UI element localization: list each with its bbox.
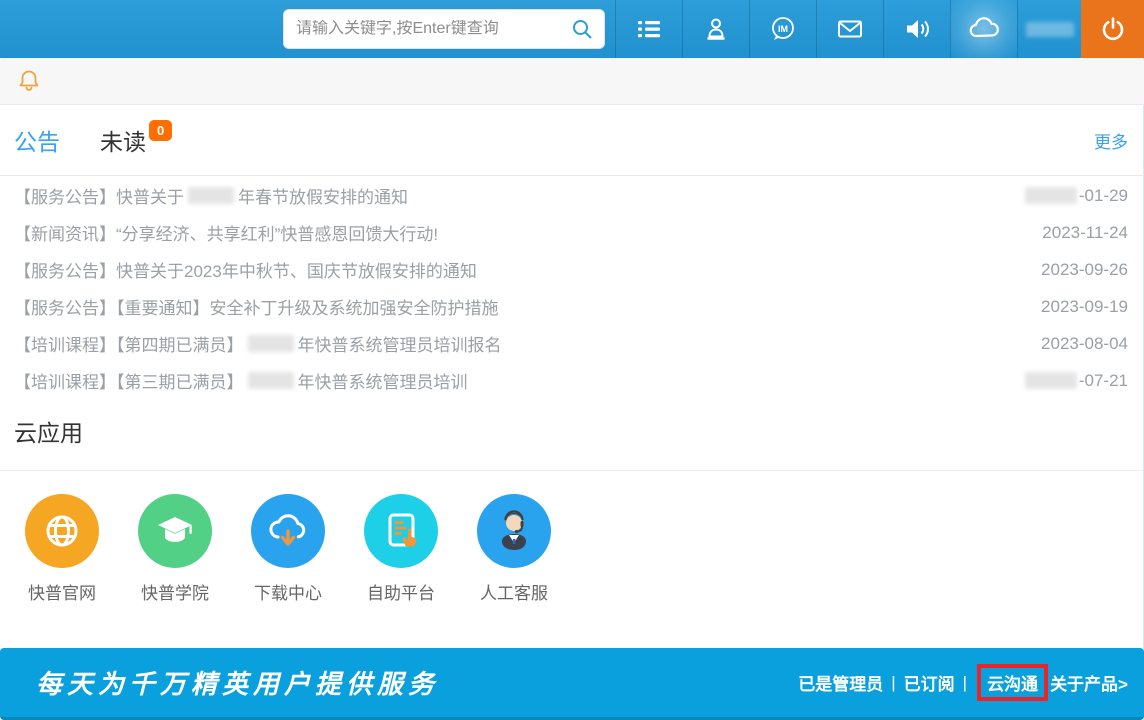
announcement-row[interactable]: 【服务公告】快普关于2023年中秋节、国庆节放假安排的通知 2023-09-26 [0,251,1144,288]
date-text: 2023-09-26 [1041,260,1128,280]
im-messenger-icon: IM [768,14,798,44]
app-label: 人工客服 [480,579,548,604]
app-download-center[interactable]: 下载中心 [240,494,336,604]
broadcast-button[interactable] [883,0,950,58]
im-button[interactable]: IM [749,0,816,58]
date-text: 2023-11-24 [1042,223,1128,243]
top-bar: IM [0,0,1144,58]
footer-links: 已是管理员 | 已订阅 | 云沟通 关于产品> [798,664,1128,701]
announcement-date: -01-29 [1025,186,1128,206]
unread-count-badge: 0 [149,120,172,141]
notification-bar [0,58,1144,105]
mail-icon [835,14,865,44]
mail-button[interactable] [816,0,883,58]
announcement-row[interactable]: 【服务公告】【重要通知】安全补丁升级及系统加强安全防护措施 2023-09-19 [0,288,1144,325]
announcement-text-part: 【新闻资讯】“分享经济、共享红利”快普感恩回馈大行动! [14,220,438,245]
announcement-text: 【服务公告】【重要通知】安全补丁升级及系统加强安全防护措施 [14,294,499,319]
tab-unread[interactable]: 未读 [100,123,146,157]
announcement-date: 2023-09-19 [1041,297,1128,317]
announcement-text: 【培训课程】【第四期已满员】 年快普系统管理员培训报名 [14,331,502,356]
redacted-text [188,187,234,204]
search-box[interactable] [283,9,605,49]
bell-icon[interactable] [16,68,42,94]
app-label: 快普学院 [141,579,209,604]
announcement-date: 2023-11-24 [1042,223,1128,243]
announcement-date: 2023-08-04 [1041,334,1128,354]
announcement-list: 【服务公告】快普关于 年春节放假安排的通知 -01-29 【新闻资讯】“分享经济… [0,177,1144,399]
announcement-text-part: 【服务公告】快普关于2023年中秋节、国庆节放假安排的通知 [14,257,477,282]
announcement-date: -07-21 [1025,371,1128,391]
announcement-row[interactable]: 【培训课程】【第三期已满员】 年快普系统管理员培训 -07-21 [0,362,1144,399]
announcement-row[interactable]: 【服务公告】快普关于 年春节放假安排的通知 -01-29 [0,177,1144,214]
announcement-text: 【新闻资讯】“分享经济、共享红利”快普感恩回馈大行动! [14,220,438,245]
cloud-apps-title: 云应用 [14,414,83,448]
announcement-text-part: 年快普系统管理员培训报名 [298,331,502,356]
redacted-date-year [1025,187,1077,204]
announcement-row[interactable]: 【新闻资讯】“分享经济、共享红利”快普感恩回馈大行动! 2023-11-24 [0,214,1144,251]
announcement-text-part: 【服务公告】快普关于 [14,183,184,208]
cloud-icon [967,12,1001,46]
announcement-text: 【服务公告】快普关于 年春节放假安排的通知 [14,183,408,208]
svg-text:IM: IM [778,24,788,34]
cloud-download-icon [251,494,325,568]
logout-power-button[interactable] [1081,0,1144,58]
announcement-text-part: 【培训课程】【第四期已满员】 [14,331,244,356]
user-name-redacted [1026,22,1074,37]
globe-icon [25,494,99,568]
redacted-date-year [1025,372,1077,389]
contacts-icon [702,15,730,43]
announcement-text-part: 【服务公告】【重要通知】安全补丁升级及系统加强安全防护措施 [14,294,499,319]
menu-list-icon [635,15,663,43]
more-link[interactable]: 更多 [1094,128,1128,153]
app-self-service[interactable]: 自助平台 [353,494,449,604]
self-service-icon [364,494,438,568]
redacted-text [248,372,294,389]
customer-service-icon [477,494,551,568]
footer-link-admin[interactable]: 已是管理员 [798,670,883,695]
footer-separator: | [891,673,895,693]
power-icon [1099,15,1127,43]
announcement-text-part: 年春节放假安排的通知 [238,183,408,208]
announcement-speaker-icon [902,14,932,44]
footer-link-subscribed[interactable]: 已订阅 [904,670,955,695]
app-official-site[interactable]: 快普官网 [14,494,110,604]
user-account-button[interactable] [1017,0,1081,58]
announcement-row[interactable]: 【培训课程】【第四期已满员】 年快普系统管理员培训报名 2023-08-04 [0,325,1144,362]
announcements-header: 公告 未读 0 更多 [0,105,1144,176]
contacts-button[interactable] [682,0,749,58]
search-input[interactable] [296,20,570,38]
topbar-buttons: IM [615,0,1144,58]
app-label: 下载中心 [254,579,322,604]
announcement-text-part: 年快普系统管理员培训 [298,368,468,393]
app-label: 自助平台 [367,579,435,604]
cloud-button[interactable] [950,0,1017,58]
announcement-text: 【服务公告】快普关于2023年中秋节、国庆节放假安排的通知 [14,257,477,282]
graduation-cap-icon [138,494,212,568]
footer-link-about-product[interactable]: 关于产品> [1050,670,1128,695]
redacted-text [248,335,294,352]
footer-slogan: 每天为千万精英用户提供服务 [36,664,439,701]
footer-separator: | [963,673,967,693]
highlight-annotation-box[interactable]: 云沟通 [977,664,1048,701]
footer-bar: 每天为千万精英用户提供服务 已是管理员 | 已订阅 | 云沟通 关于产品> [0,648,1144,720]
menu-list-button[interactable] [615,0,682,58]
app-window: IM [0,0,1144,720]
date-text: -01-29 [1079,186,1128,206]
date-text: 2023-09-19 [1041,297,1128,317]
app-academy[interactable]: 快普学院 [127,494,223,604]
app-label: 快普官网 [28,579,96,604]
cloud-apps-row: 快普官网 快普学院 下载中心 [14,494,579,604]
date-text: -07-21 [1079,371,1128,391]
footer-link-cloud-chat[interactable]: 云沟通 [987,675,1038,694]
announcement-text-part: 【培训课程】【第三期已满员】 [14,368,244,393]
date-text: 2023-08-04 [1041,334,1128,354]
divider [0,470,1144,471]
announcement-text: 【培训课程】【第三期已满员】 年快普系统管理员培训 [14,368,468,393]
search-icon[interactable] [570,17,594,41]
announcement-date: 2023-09-26 [1041,260,1128,280]
app-customer-service[interactable]: 人工客服 [466,494,562,604]
tab-announcements[interactable]: 公告 [14,123,60,157]
